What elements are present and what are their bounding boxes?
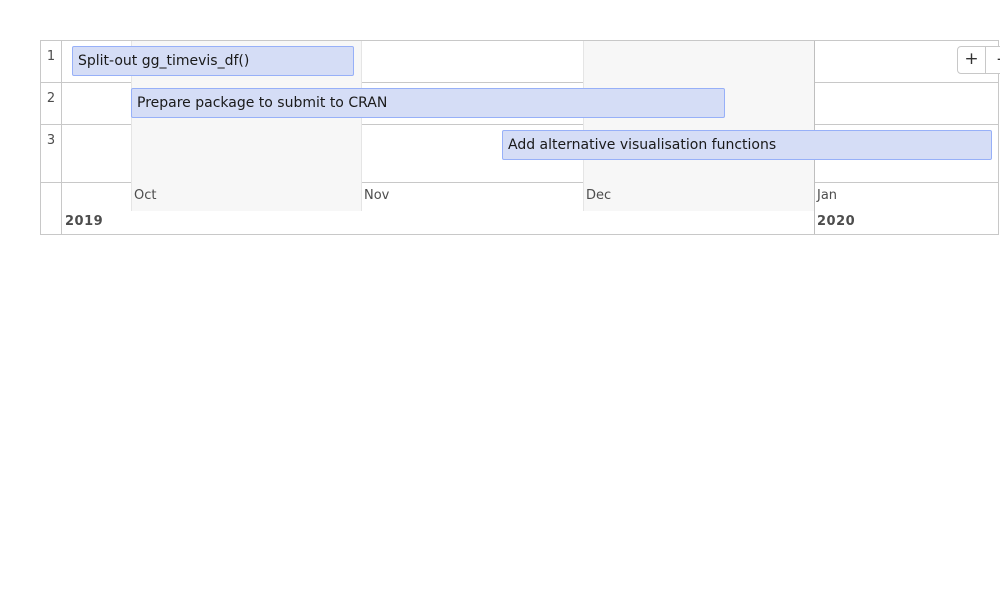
group-labels: 1 2 3 (41, 41, 62, 234)
zoom-out-button[interactable]: - (986, 46, 1000, 74)
gridline-dec (583, 41, 584, 211)
axis-label-nov: Nov (364, 188, 390, 203)
month-shade-dec (583, 41, 814, 211)
timeline-item-3[interactable]: Add alternative visualisation functions (502, 130, 992, 160)
zoom-in-button[interactable]: + (957, 46, 986, 74)
axis-year-2019: 2019 (65, 214, 104, 229)
axis-label-jan: Jan (817, 188, 838, 203)
group-label-3: 3 (46, 133, 56, 148)
axis-label-dec: Dec (586, 188, 612, 203)
timeline-content[interactable]: Split-out gg_timevis_df() Prepare packag… (62, 41, 1000, 234)
group-label-2: 2 (46, 91, 56, 106)
timeline-item-2[interactable]: Prepare package to submit to CRAN (131, 88, 725, 118)
group-label-1: 1 (46, 49, 56, 64)
gridline-nov (361, 41, 362, 211)
timeline[interactable]: 1 2 3 Split-out gg_timevis_df() Prepare … (40, 40, 1000, 235)
timeline-item-1[interactable]: Split-out gg_timevis_df() (72, 46, 354, 76)
axis-year-2020: 2020 (817, 214, 856, 229)
axis-label-oct: Oct (134, 188, 157, 203)
